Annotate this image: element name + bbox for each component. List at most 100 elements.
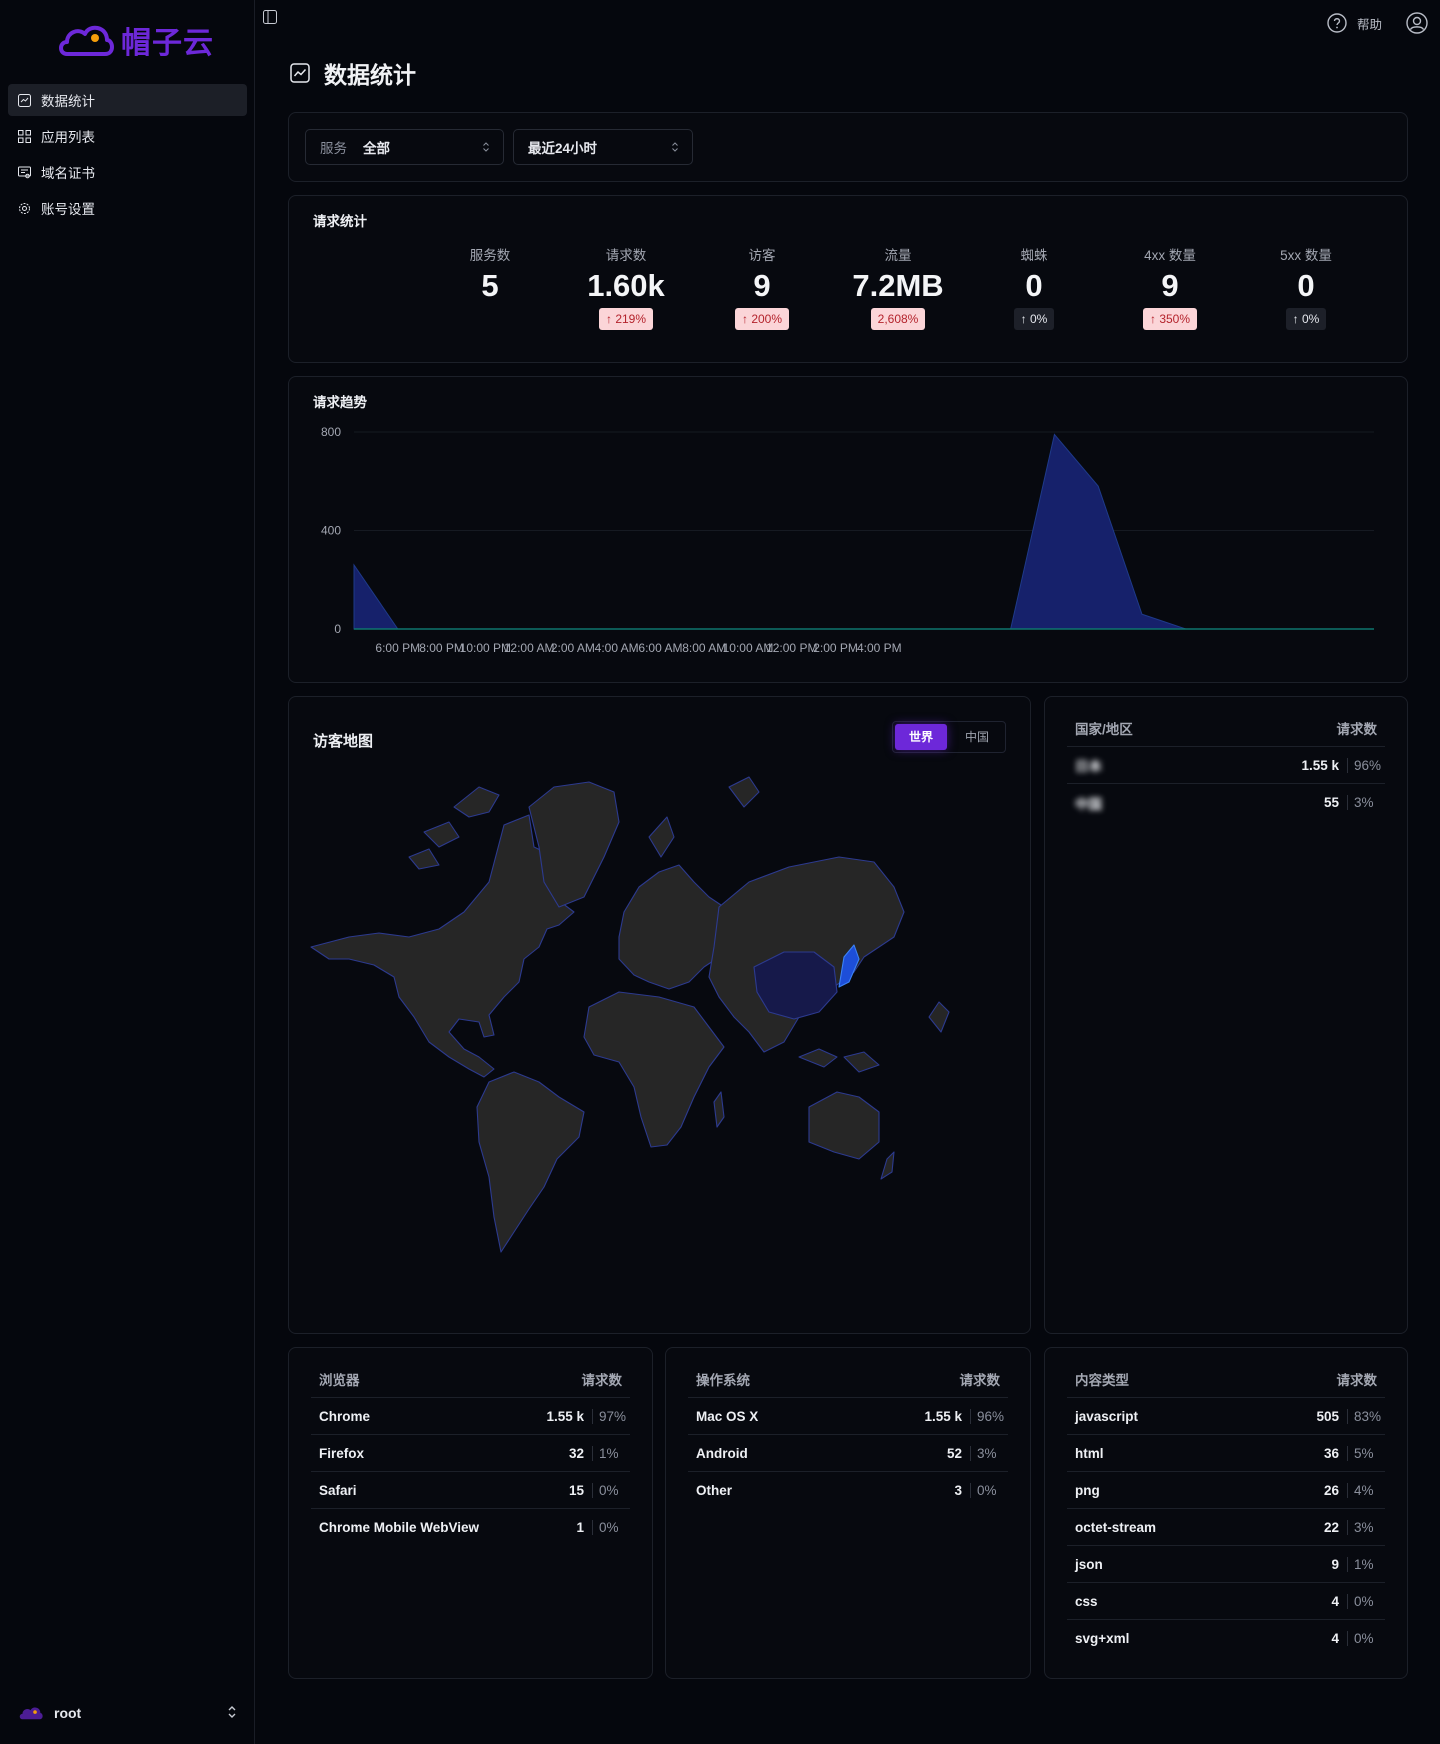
stat-label: 服务数 — [469, 248, 511, 263]
row-name: octet-stream — [1075, 1519, 1157, 1535]
sidebar-item-certs[interactable]: 域名证书 — [8, 156, 247, 188]
request-count: 505 — [1316, 1408, 1339, 1424]
table-row[interactable]: css 4 0% — [1067, 1583, 1385, 1620]
sidebar-item-apps[interactable]: 应用列表 — [8, 120, 247, 152]
world-map[interactable] — [289, 697, 1032, 1335]
table-row[interactable]: octet-stream 22 3% — [1067, 1509, 1385, 1546]
table-row[interactable]: 中国 55 3% — [1067, 784, 1385, 821]
page-title: 数据统计 — [324, 62, 416, 88]
request-count: 36 — [1323, 1445, 1339, 1461]
certificate-icon — [17, 165, 31, 179]
stat-value: 9 — [1161, 268, 1179, 303]
arrow-up-icon: ↑ — [1149, 312, 1160, 326]
row-name: svg+xml — [1075, 1631, 1130, 1646]
table-header: 浏览器 请求数 — [311, 1360, 630, 1398]
stat-label: 蜘蛛 — [1020, 248, 1048, 263]
content-type-table-card: 内容类型 请求数 javascript 505 83% html 36 5% png 26 4% oc… — [1044, 1347, 1408, 1679]
request-percent: 96% — [1347, 757, 1381, 773]
request-count: 22 — [1323, 1519, 1339, 1535]
sidebar-toggle-icon[interactable] — [263, 10, 277, 24]
x-tick-label: 4:00 PM — [857, 641, 902, 655]
x-tick-label: 6:00 AM — [638, 641, 682, 655]
country-name: 中国 — [1075, 796, 1102, 812]
sidebar-nav: 数据统计 应用列表 域名证书 账号设置 — [8, 84, 247, 228]
table-row[interactable]: Chrome Mobile WebView 1 0% — [311, 1509, 630, 1546]
x-tick-label: 6:00 PM — [375, 641, 420, 655]
row-name: Other — [696, 1483, 733, 1498]
sidebar-item-label: 域名证书 — [41, 166, 95, 181]
table-row[interactable]: Android 52 3% — [688, 1435, 1008, 1472]
stat-item: 4xx 数量 9 ↑ 350% — [1115, 244, 1225, 330]
request-trend-card: 请求趋势 0 400 800 6:00 PM 8:00 PM 10:00 PM 12:00 … — [288, 376, 1408, 683]
table-row[interactable]: html 36 5% — [1067, 1435, 1385, 1472]
stat-change-badge: ↑ 0% — [1013, 308, 1055, 330]
logo[interactable]: 帽子云 — [57, 18, 214, 62]
user-avatar-icon[interactable] — [1406, 12, 1428, 34]
stat-change-value: 200% — [751, 312, 783, 326]
stat-item: 访客 9 ↑ 200% — [707, 244, 817, 330]
request-percent: 1% — [592, 1445, 622, 1461]
stat-value: 7.2MB — [852, 268, 944, 303]
request-count: 1 — [576, 1520, 584, 1535]
map-north-america — [310, 814, 575, 1078]
col-requests: 请求数 — [959, 1372, 1001, 1388]
stat-change-badge: 2,608% — [870, 308, 926, 330]
table-row[interactable]: Safari 15 0% — [311, 1472, 630, 1509]
sidebar-item-stats[interactable]: 数据统计 — [8, 84, 247, 116]
table-row[interactable]: Chrome 1.55 k 97% — [311, 1398, 630, 1435]
col-requests: 请求数 — [1336, 721, 1378, 737]
user-name: root — [54, 1705, 82, 1721]
sidebar-item-label: 数据统计 — [41, 94, 95, 109]
time-range-select[interactable]: 最近24小时 — [513, 129, 693, 165]
stat-item: 蜘蛛 0 ↑ 0% — [979, 244, 1089, 330]
stat-change-badge: ↑ 219% — [598, 308, 654, 330]
trend-chart: 04008006:00 PM 8:00 PM10:00 PM12:00 AM2:0… — [321, 425, 1374, 655]
request-count: 32 — [568, 1445, 584, 1461]
request-stats-card: 请求统计 服务数 5 请求数 1.60k ↑ 219% 访客 9 ↑ 200% 流量 7.2MB 2… — [288, 195, 1408, 363]
content-type-table: 内容类型 请求数 javascript 505 83% html 36 5% png 26 4% oc… — [1067, 1360, 1385, 1657]
stat-item: 流量 7.2MB 2,608% — [843, 244, 953, 330]
request-percent: 83% — [1347, 1408, 1381, 1424]
table-row[interactable]: Other 3 0% — [688, 1472, 1008, 1509]
request-count: 1.55 k — [1301, 757, 1339, 773]
os-table: 操作系统 请求数 Mac OS X 1.55 k 96% Android 52 3% Other… — [688, 1360, 1008, 1509]
table-header: 操作系统 请求数 — [688, 1360, 1008, 1398]
browser-table-card: 浏览器 请求数 Chrome 1.55 k 97% Firefox 32 1% Safari 15… — [288, 1347, 653, 1679]
request-count: 1.55 k — [924, 1408, 962, 1424]
table-row[interactable]: png 26 4% — [1067, 1472, 1385, 1509]
request-percent: 1% — [1347, 1556, 1377, 1572]
service-select[interactable]: 服务 全部 — [305, 129, 504, 165]
request-count: 52 — [946, 1445, 962, 1461]
map-africa — [583, 991, 725, 1148]
table-row[interactable]: json 9 1% — [1067, 1546, 1385, 1583]
stat-value: 0 — [1297, 268, 1315, 303]
stats-title: 请求统计 — [313, 214, 367, 229]
chevron-up-down-icon — [483, 142, 489, 152]
user-menu[interactable]: root — [18, 1700, 238, 1726]
table-row[interactable]: Mac OS X 1.55 k 96% — [688, 1398, 1008, 1435]
x-tick-label: 12:00 AM — [504, 641, 555, 655]
request-count: 26 — [1323, 1482, 1339, 1498]
row-name: Safari — [319, 1482, 357, 1498]
stat-item: 5xx 数量 0 ↑ 0% — [1251, 244, 1361, 330]
request-percent: 0% — [970, 1483, 1000, 1498]
help-link[interactable]: 帮助 — [1357, 14, 1382, 33]
table-row[interactable]: 日本 1.55 k 96% — [1067, 747, 1385, 784]
table-header: 国家/地区 请求数 — [1067, 709, 1385, 747]
grid-icon — [17, 129, 31, 143]
help-icon[interactable] — [1327, 13, 1347, 33]
trend-area-series[interactable] — [353, 433, 1374, 630]
request-count: 4 — [1331, 1631, 1339, 1646]
row-name: javascript — [1075, 1408, 1139, 1424]
y-tick-label: 400 — [321, 524, 341, 538]
sidebar-item-settings[interactable]: 账号设置 — [8, 192, 247, 224]
x-tick-label: 4:00 AM — [595, 641, 639, 655]
country-name: 日本 — [1075, 759, 1102, 774]
visitor-map-card: 访客地图 世界 中国 — [288, 696, 1031, 1334]
table-row[interactable]: Firefox 32 1% — [311, 1435, 630, 1472]
table-row[interactable]: javascript 505 83% — [1067, 1398, 1385, 1435]
page-header: 数据统计 — [290, 56, 416, 90]
request-percent: 3% — [1347, 1519, 1377, 1535]
request-percent: 0% — [592, 1482, 622, 1498]
table-row[interactable]: svg+xml 4 0% — [1067, 1620, 1385, 1657]
